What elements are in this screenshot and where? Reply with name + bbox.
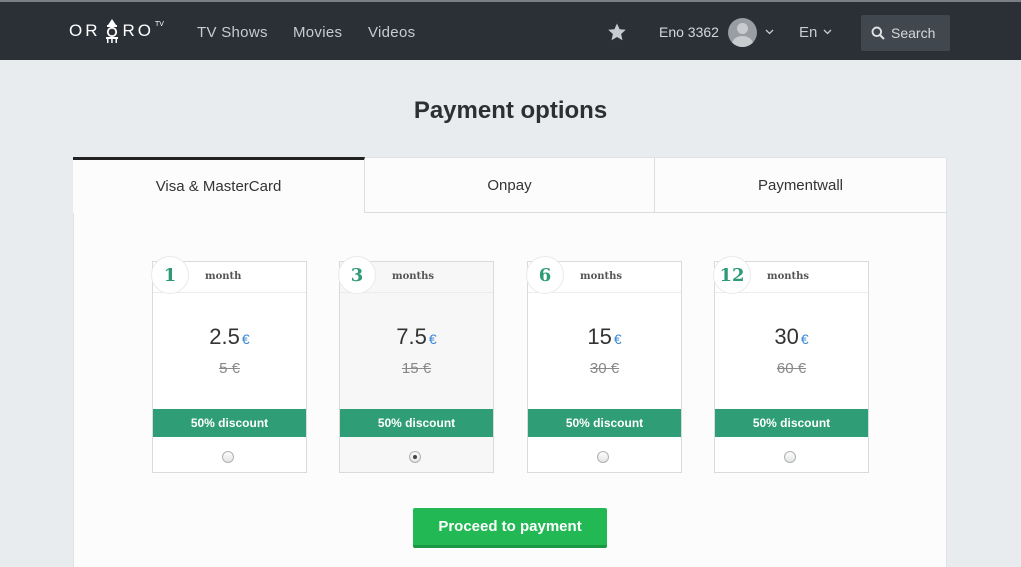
plan-price: 2.5 € bbox=[153, 324, 306, 350]
logo-text-left: OR bbox=[69, 21, 101, 40]
plan-price: 30 € bbox=[715, 324, 868, 350]
currency-symbol: € bbox=[800, 331, 809, 347]
plan-radio[interactable] bbox=[222, 451, 234, 463]
old-currency-symbol: € bbox=[231, 360, 240, 377]
plan-duration-unit: months bbox=[767, 271, 810, 282]
plan-card-1-month[interactable]: 1 month 2.5 € 5 € 50% discount bbox=[151, 256, 307, 473]
discount-banner: 50% discount bbox=[715, 409, 868, 437]
plan-price: 7.5 € bbox=[340, 324, 493, 350]
logo-text-right: RO bbox=[122, 21, 154, 40]
plan-card-3-months[interactable]: 3 months 7.5 € 15 € 50% discount bbox=[338, 256, 494, 473]
plan-duration-number: 3 bbox=[338, 256, 376, 294]
tab-onpay[interactable]: Onpay bbox=[365, 157, 655, 213]
tab-paymentwall[interactable]: Paymentwall bbox=[655, 157, 947, 213]
old-price-value: 5 bbox=[219, 360, 228, 377]
plan-duration-number: 6 bbox=[526, 256, 564, 294]
language-selector[interactable]: En bbox=[799, 24, 817, 41]
plan-old-price: 5 € bbox=[153, 360, 306, 377]
plan-header: 6 months bbox=[526, 256, 681, 294]
search-icon bbox=[871, 26, 885, 40]
logo-sup: TV bbox=[155, 20, 164, 28]
plan-duration-unit: month bbox=[205, 271, 242, 282]
old-price-value: 30 bbox=[589, 360, 607, 377]
plan-old-price: 15 € bbox=[340, 360, 493, 377]
price-value: 30 bbox=[774, 324, 799, 349]
plan-radio[interactable] bbox=[597, 451, 609, 463]
price-value: 2.5 bbox=[209, 324, 240, 349]
proceed-to-payment-button[interactable]: Proceed to payment bbox=[413, 508, 607, 548]
plan-old-price: 30 € bbox=[528, 360, 681, 377]
currency-symbol: € bbox=[428, 331, 437, 347]
tower-logo-icon bbox=[105, 19, 118, 43]
old-price-value: 15 bbox=[401, 360, 419, 377]
plan-duration-number: 1 bbox=[151, 256, 189, 294]
old-currency-symbol: € bbox=[797, 360, 807, 377]
discount-banner: 50% discount bbox=[528, 409, 681, 437]
plan-duration-number: 12 bbox=[713, 256, 751, 294]
plan-card-12-months[interactable]: 12 months 30 € 60 € 50% discount bbox=[713, 256, 869, 473]
tab-visa-mastercard[interactable]: Visa & MasterCard bbox=[73, 157, 365, 213]
price-value: 7.5 bbox=[396, 324, 427, 349]
plan-radio[interactable] bbox=[409, 451, 421, 463]
currency-symbol: € bbox=[241, 331, 250, 347]
chevron-down-icon[interactable] bbox=[765, 27, 774, 36]
old-price-value: 60 bbox=[776, 360, 794, 377]
old-currency-symbol: € bbox=[422, 360, 432, 377]
plan-radio[interactable] bbox=[784, 451, 796, 463]
discount-banner: 50% discount bbox=[340, 409, 493, 437]
old-currency-symbol: € bbox=[610, 360, 620, 377]
price-value: 15 bbox=[587, 324, 612, 349]
search-button[interactable]: Search bbox=[861, 15, 950, 51]
nav-tv-shows[interactable]: TV Shows bbox=[197, 24, 268, 41]
plan-price: 15 € bbox=[528, 324, 681, 350]
plan-card-6-months[interactable]: 6 months 15 € 30 € 50% discount bbox=[526, 256, 682, 473]
plan-header: 1 month bbox=[151, 256, 306, 294]
nav-movies[interactable]: Movies bbox=[293, 24, 342, 41]
nav-videos[interactable]: Videos bbox=[368, 24, 415, 41]
star-icon[interactable] bbox=[607, 22, 627, 42]
top-navbar: OR RO TV TV Shows Movies Videos Eno 3362… bbox=[0, 0, 1021, 60]
avatar[interactable] bbox=[728, 18, 757, 47]
discount-banner: 50% discount bbox=[153, 409, 306, 437]
plan-header: 3 months bbox=[338, 256, 493, 294]
page-title: Payment options bbox=[413, 97, 608, 124]
plan-old-price: 60 € bbox=[715, 360, 868, 377]
plan-duration-unit: months bbox=[580, 271, 623, 282]
plan-header: 12 months bbox=[713, 256, 868, 294]
plan-duration-unit: months bbox=[392, 271, 435, 282]
ororo-logo[interactable]: OR RO TV bbox=[69, 16, 164, 46]
search-label: Search bbox=[891, 25, 936, 41]
chevron-down-icon[interactable] bbox=[823, 27, 832, 36]
currency-symbol: € bbox=[613, 331, 622, 347]
user-name[interactable]: Eno 3362 bbox=[659, 24, 719, 40]
